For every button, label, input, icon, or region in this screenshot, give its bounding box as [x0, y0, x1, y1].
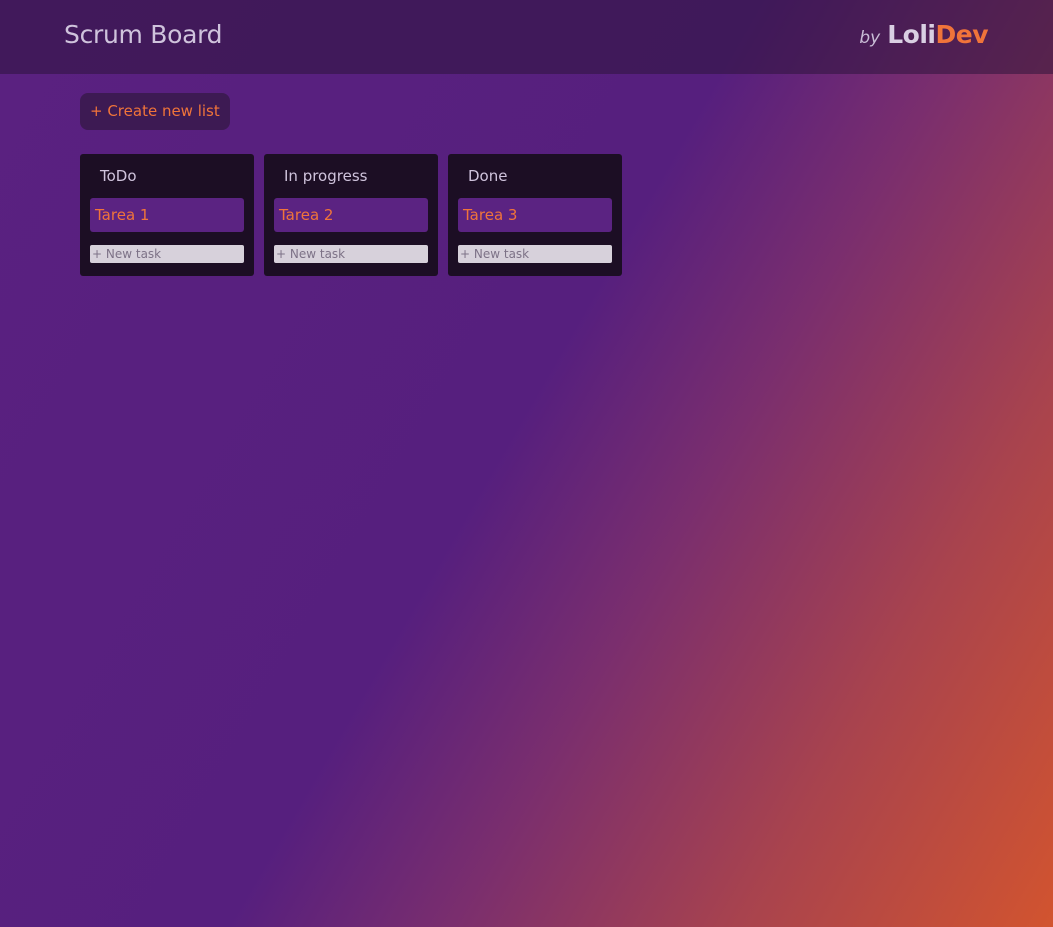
new-task-input[interactable]	[90, 245, 244, 263]
list-todo: ToDo Tarea 1	[80, 154, 254, 276]
board: ToDo Tarea 1 In progress Tarea 2 Done Ta…	[80, 154, 622, 276]
list-title[interactable]: In progress	[274, 154, 428, 198]
list-title[interactable]: ToDo	[90, 154, 244, 198]
list-done: Done Tarea 3	[448, 154, 622, 276]
task-card[interactable]: Tarea 2	[274, 198, 428, 232]
create-new-list-button[interactable]: + Create new list	[80, 93, 230, 130]
new-task-input[interactable]	[274, 245, 428, 263]
list-title[interactable]: Done	[458, 154, 612, 198]
app-header: Scrum Board by Loli Dev	[0, 0, 1053, 74]
list-in-progress: In progress Tarea 2	[264, 154, 438, 276]
app-title: Scrum Board	[64, 20, 223, 49]
brand-logo: by Loli Dev	[859, 20, 988, 49]
brand-name-dev: Dev	[935, 20, 988, 49]
task-card[interactable]: Tarea 1	[90, 198, 244, 232]
brand-name-loli: Loli	[887, 20, 936, 49]
new-task-input[interactable]	[458, 245, 612, 263]
task-card[interactable]: Tarea 3	[458, 198, 612, 232]
brand-by: by	[859, 28, 881, 48]
